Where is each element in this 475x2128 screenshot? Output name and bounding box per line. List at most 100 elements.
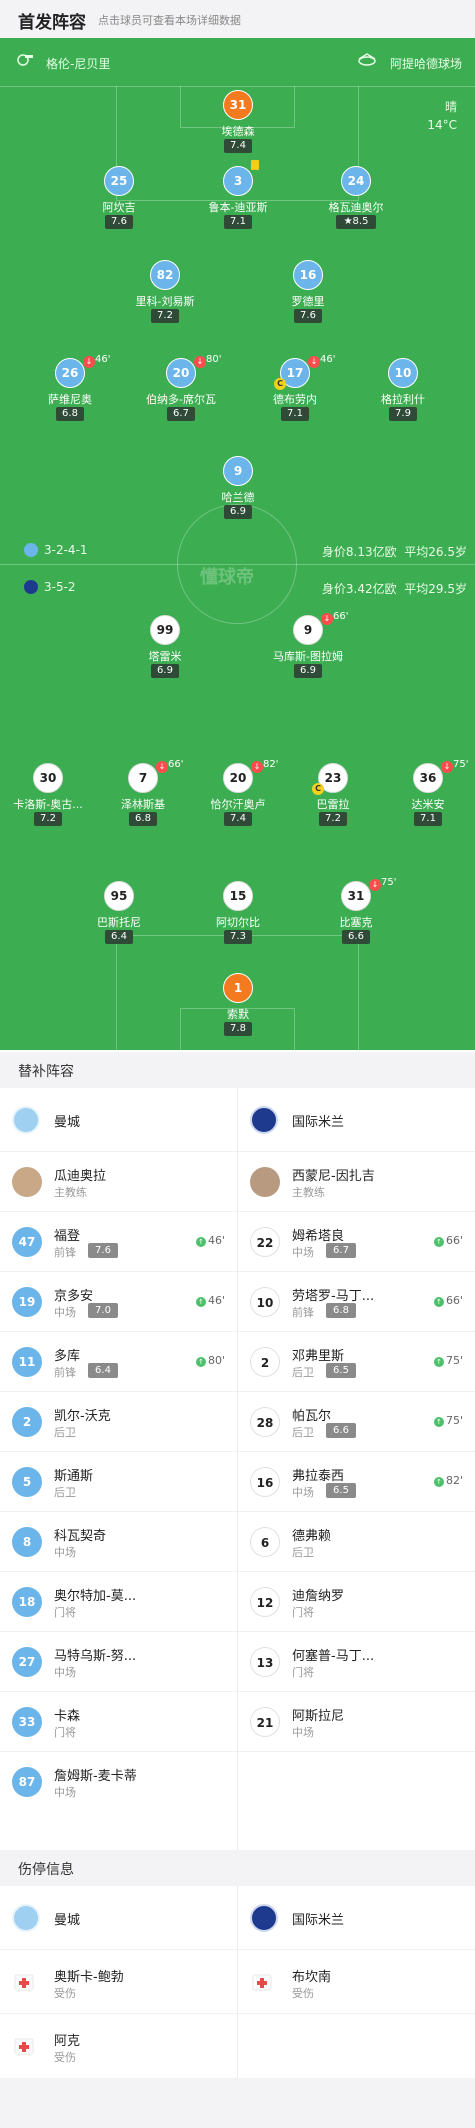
sub-position: 后卫 (292, 1366, 314, 1379)
player-rating: 7.1 (281, 407, 309, 421)
sub-row[interactable]: 10 劳塔罗-马丁... 前锋 6.8 ↑ 66' (238, 1272, 475, 1332)
player-rating: 7.6 (294, 309, 322, 323)
injury-row[interactable]: 阿克 受伤 (0, 2014, 237, 2076)
sub-on-time: ↑ 66' (433, 1234, 463, 1247)
injury-row[interactable]: 布坎南 受伤 (238, 1950, 475, 2014)
sub-name: 多库 (54, 1349, 81, 1364)
lineup-hint: 点击球员可查看本场详细数据 (98, 14, 241, 27)
sub-row[interactable]: 18 奥尔特加-莫... 门将 (0, 1572, 237, 1632)
medical-icon (14, 2038, 34, 2055)
player-name: 埃德森 (221, 125, 255, 138)
sub-number: 21 (250, 1707, 280, 1737)
sub-off-icon: ↓ (194, 356, 206, 368)
player-number: 20 (223, 763, 253, 793)
sub-name: 奥尔特加-莫... (54, 1589, 137, 1604)
player-rating-value: 8.5 (352, 216, 369, 227)
coach-role: 主教练 (54, 1186, 87, 1199)
sub-position: 中场 (292, 1246, 314, 1259)
sub-rating: 6.8 (326, 1303, 356, 1318)
player-number: 31 (341, 881, 371, 911)
coach-row[interactable]: 西蒙尼-因扎吉 主教练 (238, 1152, 475, 1212)
team-name: 国际米兰 (292, 1115, 345, 1130)
player-number: 26 (55, 358, 85, 388)
player-name: 格拉利什 (381, 393, 425, 406)
coach-row[interactable]: 瓜迪奥拉 主教练 (0, 1152, 237, 1212)
sub-name: 卡森 (54, 1709, 81, 1724)
sub-on-time: ↑ 46' (195, 1234, 225, 1247)
sub-off-icon: ↓ (83, 356, 95, 368)
player-name: 马库斯-图拉姆 (273, 650, 343, 663)
sub-name: 福登 (54, 1229, 81, 1244)
sub-row[interactable]: 19 京多安 中场 7.0 ↑ 46' (0, 1272, 237, 1332)
sub-name: 邓弗里斯 (292, 1349, 345, 1364)
sub-rating: 6.6 (326, 1423, 356, 1438)
player-name: 哈兰德 (221, 491, 255, 504)
sub-position: 后卫 (292, 1546, 314, 1559)
captain-badge: C (312, 783, 324, 795)
sub-row[interactable]: 2 邓弗里斯 后卫 6.5 ↑ 75' (238, 1332, 475, 1392)
sub-row[interactable]: 21 阿斯拉尼 中场 (238, 1692, 475, 1752)
inter-crest-icon (250, 1904, 278, 1932)
home-age-text: 平均26.5岁 (404, 545, 467, 559)
sub-minute: 46' (320, 354, 336, 365)
sub-number: 33 (12, 1707, 42, 1737)
sub-row[interactable]: 13 何塞普-马丁... 门将 (238, 1632, 475, 1692)
sub-on-minute: 46' (207, 1294, 225, 1307)
away-formation: 3-5-2 (24, 580, 76, 594)
team-header-row: 国际米兰 (238, 1886, 475, 1950)
player-name: 比塞克 (339, 916, 373, 929)
player-rating: 6.4 (105, 930, 133, 944)
coach-avatar (250, 1167, 280, 1197)
sub-row[interactable]: 11 多库 前锋 6.4 ↑ 80' (0, 1332, 237, 1392)
sub-position: 后卫 (54, 1426, 76, 1439)
injury-row[interactable]: 奥斯卡-鲍勃 受伤 (0, 1950, 237, 2014)
home-team-value: 身价8.13亿欧 平均26.5岁 (322, 543, 467, 560)
sub-name: 德弗赖 (292, 1529, 332, 1544)
sub-position: 门将 (54, 1726, 76, 1739)
player-number: 24 (341, 166, 371, 196)
sub-rating: 6.5 (326, 1363, 356, 1378)
sub-number: 11 (12, 1347, 42, 1377)
sub-row[interactable]: 8 科瓦契奇 中场 (0, 1512, 237, 1572)
medical-icon (252, 1974, 272, 1991)
sub-row[interactable]: 2 凯尔-沃克 后卫 (0, 1392, 237, 1452)
sub-name: 劳塔罗-马丁... (292, 1289, 375, 1304)
sub-on-icon: ↑ (433, 1477, 444, 1487)
player-rating: ★8.5 (336, 215, 376, 229)
sub-row[interactable]: 27 马特乌斯-努... 中场 (0, 1632, 237, 1692)
sub-row[interactable]: 28 帕瓦尔 后卫 6.6 ↑ 75' (238, 1392, 475, 1452)
away-value-text: 身价3.42亿欧 (321, 582, 397, 596)
player-name: 巴斯托尼 (97, 916, 141, 929)
sub-rating: 7.6 (88, 1243, 118, 1258)
sub-row[interactable]: 33 卡森 门将 (0, 1692, 237, 1752)
player-number: 16 (293, 260, 323, 290)
sub-on-time: ↑ 75' (433, 1354, 463, 1367)
man-city-crest-icon (12, 1904, 40, 1932)
player-rating: 6.9 (294, 664, 322, 678)
player-number: 9 (223, 456, 253, 486)
sub-name: 姆希塔良 (292, 1229, 345, 1244)
sub-row[interactable]: 87 詹姆斯-麦卡蒂 中场 (0, 1752, 237, 1812)
player-number: 99 (150, 615, 180, 645)
sub-row[interactable]: 6 德弗赖 后卫 (238, 1512, 475, 1572)
sub-number: 6 (250, 1527, 280, 1557)
sub-row[interactable]: 16 弗拉泰西 中场 6.5 ↑ 82' (238, 1452, 475, 1512)
sub-row[interactable]: 47 福登 前锋 7.6 ↑ 46' (0, 1212, 237, 1272)
sub-off-icon: ↓ (308, 356, 320, 368)
sub-position: 后卫 (292, 1426, 314, 1439)
player-rating: 6.9 (151, 664, 179, 678)
sub-minute: 75' (453, 759, 469, 770)
sub-position: 前锋 (54, 1246, 76, 1259)
sub-off-icon: ↓ (441, 761, 453, 773)
player-rating: 6.6 (342, 930, 370, 944)
sub-row[interactable]: 12 迪詹纳罗 门将 (238, 1572, 475, 1632)
sub-on-icon: ↑ (433, 1237, 444, 1247)
home-formation-text: 3-2-4-1 (44, 543, 88, 557)
player-rating: 7.4 (224, 139, 252, 153)
sub-on-minute: 66' (445, 1234, 463, 1247)
sub-row[interactable]: 22 姆希塔良 中场 6.7 ↑ 66' (238, 1212, 475, 1272)
team-header-row: 曼城 (0, 1088, 237, 1152)
sub-row[interactable]: 5 斯通斯 后卫 (0, 1452, 237, 1512)
sub-number: 28 (250, 1407, 280, 1437)
player-name: 罗德里 (291, 295, 325, 308)
